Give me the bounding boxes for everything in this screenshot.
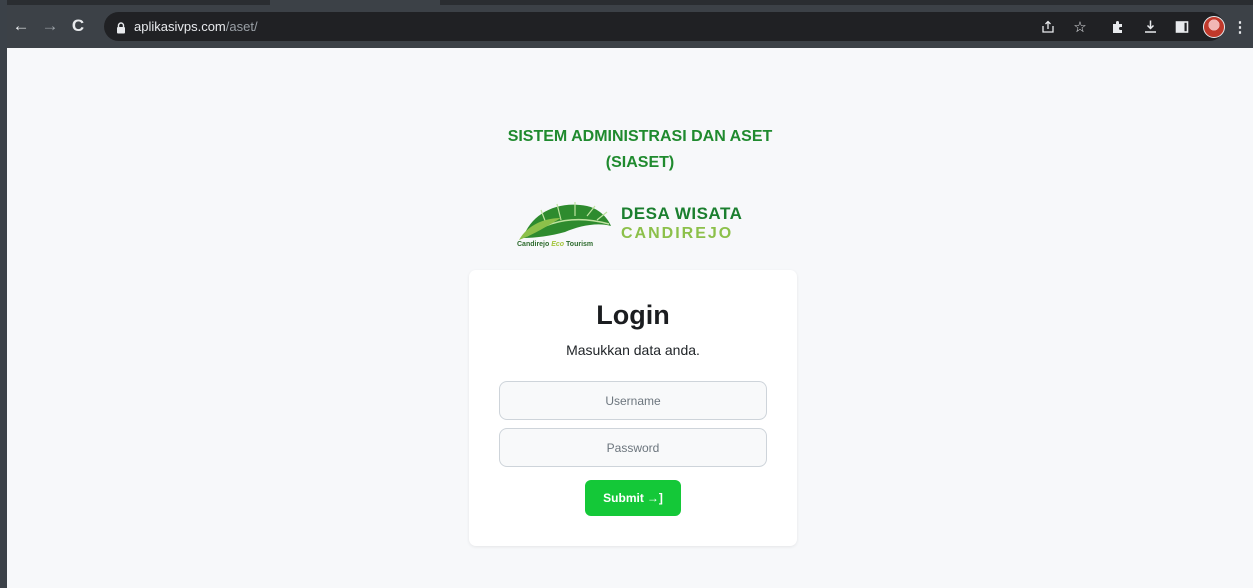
share-icon[interactable] bbox=[1037, 16, 1059, 38]
desa-wisata-logo: Candirejo Eco Tourism DESA WISATA CANDIR… bbox=[517, 196, 767, 254]
logo-caption: Candirejo Eco Tourism bbox=[517, 241, 594, 248]
forward-icon[interactable]: → bbox=[38, 14, 62, 38]
login-subtitle: Masukkan data anda. bbox=[566, 342, 700, 358]
url-path: /aset/ bbox=[225, 19, 258, 34]
profile-avatar[interactable] bbox=[1203, 15, 1225, 38]
login-card: Login Masukkan data anda. Submit →] bbox=[469, 270, 797, 546]
star-icon[interactable]: ☆ bbox=[1069, 16, 1091, 38]
page-content: SISTEM ADMINISTRASI DAN ASET (SIASET) Ca… bbox=[7, 48, 1253, 588]
logo-name-line1: DESA WISATA bbox=[621, 204, 743, 223]
login-arrow-icon: →] bbox=[646, 491, 663, 505]
system-title-line1: SISTEM ADMINISTRASI DAN ASET bbox=[507, 128, 773, 145]
download-icon[interactable] bbox=[1139, 16, 1161, 38]
extensions-icon[interactable] bbox=[1107, 16, 1129, 38]
reload-icon[interactable]: C bbox=[66, 14, 90, 38]
window-left-edge bbox=[0, 0, 7, 588]
logo-name-line2: CANDIREJO bbox=[621, 225, 734, 242]
login-title: Login bbox=[596, 300, 670, 330]
submit-label: Submit bbox=[603, 491, 644, 505]
username-input[interactable] bbox=[499, 381, 767, 420]
url-text[interactable]: aplikasivps.com/aset/ bbox=[134, 19, 258, 34]
sidepanel-icon[interactable] bbox=[1171, 16, 1193, 38]
leaf-icon bbox=[519, 202, 611, 240]
submit-button[interactable]: Submit →] bbox=[585, 480, 681, 516]
browser-toolbar: ← → C aplikasivps.com/aset/ ☆ ⋮ bbox=[7, 5, 1253, 48]
password-input[interactable] bbox=[499, 428, 767, 467]
system-title-line2: (SIASET) bbox=[605, 154, 675, 171]
lock-icon[interactable] bbox=[116, 21, 126, 33]
system-title: SISTEM ADMINISTRASI DAN ASET (SIASET) bbox=[7, 124, 1253, 176]
url-domain: aplikasivps.com bbox=[134, 19, 226, 34]
back-icon[interactable]: ← bbox=[9, 14, 33, 38]
toolbar-actions: ☆ ⋮ bbox=[1037, 5, 1248, 48]
menu-icon[interactable]: ⋮ bbox=[1233, 16, 1248, 38]
